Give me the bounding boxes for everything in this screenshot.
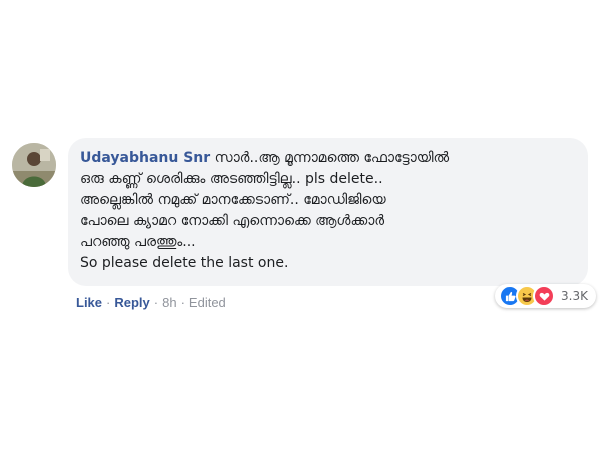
comment-text-2: ഒരു കണ്ണ് ശെരിക്കും അടഞ്ഞിട്ടില്ല.. pls … [80, 171, 383, 187]
comment-text-3: അല്ലെങ്കിൽ നമുക്ക് മാനക്കേടാണ്.. മോഡിജിയ… [80, 192, 386, 208]
comment-text-1: സാർ..ആ മൂന്നാമത്തെ ഫോട്ടോയിൽ [214, 150, 450, 166]
timestamp[interactable]: 8h [162, 295, 176, 310]
reaction-count: 3.3K [561, 289, 588, 303]
reply-link[interactable]: Reply [114, 295, 149, 310]
separator: · [153, 295, 159, 310]
avatar[interactable] [12, 143, 56, 187]
separator: · [180, 295, 185, 310]
edited-label[interactable]: Edited [189, 295, 226, 310]
separator: · [106, 295, 111, 310]
love-icon [533, 285, 555, 307]
comment-bubble: Udayabhanu Snr സാർ..ആ മൂന്നാമത്തെ ഫോട്ടോ… [68, 138, 588, 286]
reaction-icons [499, 285, 555, 307]
comment-text-4: പോലെ ക്യാമറ നോക്കി എന്നൊക്കെ ആൾക്കാർ [80, 213, 385, 229]
comment-text-6: So please delete the last one. [80, 255, 289, 271]
comment-text-5: പറഞ്ഞു പരത്തും... [80, 234, 196, 250]
like-link[interactable]: Like [76, 295, 102, 310]
comment: Udayabhanu Snr സാർ..ആ മൂന്നാമത്തെ ഫോട്ടോ… [12, 138, 596, 328]
comment-line-1: Udayabhanu Snr സാർ..ആ മൂന്നാമത്തെ ഫോട്ടോ… [80, 148, 570, 169]
comment-actions: Like · Reply · 8h · Edited [76, 295, 226, 310]
author-name[interactable]: Udayabhanu Snr [80, 150, 210, 166]
reactions-summary[interactable]: 3.3K [495, 284, 596, 308]
